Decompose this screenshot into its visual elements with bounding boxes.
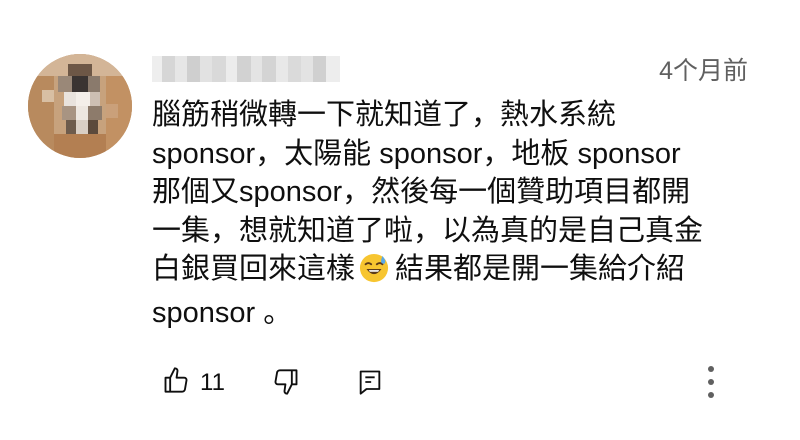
sweat-smile-emoji xyxy=(359,253,389,294)
more-vertical-icon xyxy=(700,364,722,405)
dislike-button[interactable] xyxy=(272,368,300,401)
more-actions-button[interactable] xyxy=(700,364,722,405)
comment-line: sponsor，太陽能 sponsor，地板 sponsor xyxy=(152,137,681,170)
comment-fragment: 白銀買回來這樣 xyxy=(152,253,356,285)
comment-actions: 11 xyxy=(0,362,800,402)
comment-text: 腦筋稍微轉一下就知道了，熱水系統 sponsor，太陽能 sponsor，地板 … xyxy=(152,96,752,332)
like-count: 11 xyxy=(200,368,225,396)
reply-button[interactable] xyxy=(356,368,384,401)
author-name[interactable] xyxy=(152,56,340,82)
comment-line: sponsor 。 xyxy=(152,296,293,329)
reply-icon xyxy=(356,368,384,401)
comment-line: 腦筋稍微轉一下就知道了，熱水系統 xyxy=(152,99,617,131)
comment-line: 那個又sponsor，然後每一個贊助項目都開 xyxy=(152,176,691,208)
thumbs-up-icon xyxy=(162,366,190,399)
comment-card: 4个月前 腦筋稍微轉一下就知道了，熱水系統 sponsor，太陽能 sponso… xyxy=(0,0,800,440)
comment-fragment: 結果都是開一集給介紹 xyxy=(395,253,686,285)
comment-line: 一集，想就知道了啦，以為真的是自己真金 xyxy=(152,214,704,247)
like-button[interactable]: 11 xyxy=(162,366,225,399)
comment-timestamp[interactable]: 4个月前 xyxy=(659,56,748,86)
avatar[interactable] xyxy=(28,54,132,158)
thumbs-down-icon xyxy=(272,368,300,401)
comment-line-with-emoji: 白銀買回來這樣 結果都是開一集給介紹 xyxy=(152,250,752,294)
